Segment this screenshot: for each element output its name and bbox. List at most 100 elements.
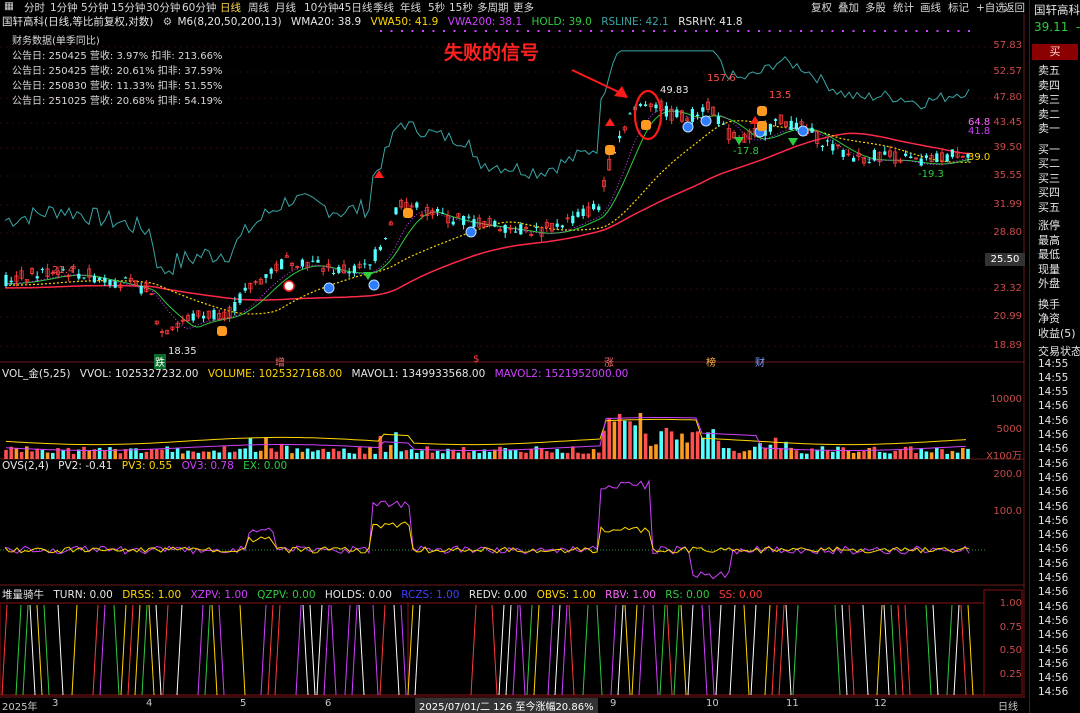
blue-signal-icon (700, 115, 712, 127)
candle-body (503, 224, 507, 233)
tab-13[interactable]: 5秒 (428, 0, 445, 15)
signal-dot (831, 30, 834, 32)
candle-body (280, 259, 284, 270)
tick-time: 14:56 (1038, 486, 1069, 499)
signal-zigzag (946, 604, 953, 696)
volume-bar (846, 450, 851, 459)
tab-10[interactable]: 45日线 (338, 0, 372, 15)
signal-zigzag (778, 604, 785, 696)
candle-body (4, 274, 8, 286)
toolbar-button-3[interactable]: 统计 (893, 0, 914, 15)
signal-dot (726, 30, 729, 32)
candle-body (332, 272, 336, 274)
volume-bar (945, 453, 949, 459)
grid-menu-icon[interactable]: ▦ (4, 0, 14, 12)
candle-body (789, 120, 793, 130)
signal-zigzag (36, 604, 43, 696)
candle-body (722, 123, 726, 125)
volume-bar (940, 449, 944, 459)
volume-bar (524, 452, 528, 459)
tab-9[interactable]: 10分钟 (304, 0, 338, 15)
crosshair-date-info: 2025/07/01/二 126 至今涨幅20.86% (415, 698, 598, 713)
volume-bar (581, 453, 585, 459)
event-marker[interactable]: $ (473, 354, 479, 365)
volume-bar (487, 451, 492, 459)
money-bag-icon (605, 145, 615, 155)
toolbar-button-6[interactable]: +自选 (976, 0, 1006, 15)
volume-bar (872, 446, 877, 459)
tab-11[interactable]: 季线 (373, 0, 394, 15)
candle-body (690, 109, 694, 122)
volume-bar (368, 446, 372, 459)
blue-signal-icon (797, 125, 809, 137)
peak2-label: 157.6 (707, 73, 736, 84)
candle-body (238, 293, 242, 303)
candle-body (560, 225, 564, 228)
toolbar-button-1[interactable]: 叠加 (838, 0, 859, 15)
signal-dot (863, 30, 865, 32)
tab-3[interactable]: 15分钟 (111, 0, 145, 15)
volume-bar (898, 449, 903, 459)
tab-16[interactable]: 更多 (513, 0, 534, 15)
toolbar-button-7[interactable]: 返回 (1004, 0, 1025, 15)
tab-12[interactable]: 年线 (400, 0, 421, 15)
volume-bar (820, 446, 825, 459)
tab-2[interactable]: 5分钟 (81, 0, 109, 15)
signal-dot (810, 30, 813, 32)
volume-bar (690, 432, 695, 459)
tab-6[interactable]: 日线 (220, 0, 241, 15)
signal-zigzag (407, 604, 414, 696)
candle-body (810, 127, 814, 133)
tab-1[interactable]: 1分钟 (50, 0, 78, 15)
candle-body (696, 114, 700, 117)
candle-body (311, 260, 315, 262)
signal-dot (737, 30, 739, 32)
toolbar-button-2[interactable]: 多股 (865, 0, 886, 15)
toolbar-button-0[interactable]: 复权 (811, 0, 832, 15)
toolbar-button-5[interactable]: 标记 (948, 0, 969, 15)
candle-body (264, 274, 268, 278)
finance-box: 财务数据(单季同比) 公告日: 250425 营收: 3.97% 扣非: 213… (12, 34, 222, 109)
volume-bar (675, 439, 679, 459)
tab-15[interactable]: 多周期 (477, 0, 509, 15)
tab-8[interactable]: 月线 (275, 0, 296, 15)
peak-label: 49.83 (660, 85, 689, 96)
gear-icon[interactable]: ⚙ (163, 16, 172, 28)
volume-bar (259, 450, 263, 459)
tab-7[interactable]: 周线 (248, 0, 269, 15)
tab-5[interactable]: 60分钟 (182, 0, 216, 15)
volume-bar (222, 446, 227, 459)
vol-axis-label: 10000 (990, 394, 1022, 405)
signal-dot (653, 30, 655, 32)
signal-dot (390, 30, 393, 32)
candle-body (467, 216, 471, 218)
candle-body (368, 264, 372, 266)
ovs-axis-label: 100.0 (993, 506, 1022, 517)
finance-row: 公告日: 251025 营收: 20.68% 扣非: 54.19% (12, 96, 223, 107)
signal-zigzag (547, 604, 554, 696)
volume-bar (441, 453, 445, 459)
volume-bar (149, 449, 154, 459)
vol-unit-label: X100万 (986, 451, 1022, 462)
tab-4[interactable]: 30分钟 (146, 0, 180, 15)
candle-body (373, 249, 377, 261)
tab-14[interactable]: 15秒 (449, 0, 473, 15)
event-marker[interactable]: 财 (755, 354, 765, 369)
signal-zigzag (673, 604, 680, 696)
buy-button[interactable]: 买 (1032, 44, 1078, 60)
volume-bar (763, 448, 767, 459)
pv3-label: PV3: 0.55 (121, 460, 173, 472)
signal-zigzag (624, 604, 631, 696)
volume-bar (841, 447, 845, 459)
toolbar-button-4[interactable]: 画线 (920, 0, 941, 15)
signal-dot (474, 30, 477, 32)
vol-axis-label: 5000 (996, 424, 1022, 435)
volume-bar (30, 451, 34, 459)
event-marker[interactable]: 榜 (706, 354, 716, 369)
volume-bar (253, 451, 258, 459)
tab-0[interactable]: 分时 (24, 0, 45, 15)
tick-time: 14:56 (1038, 457, 1069, 470)
signal-dot (873, 30, 876, 32)
volume-bar (456, 452, 461, 459)
signal-dot (957, 30, 960, 32)
